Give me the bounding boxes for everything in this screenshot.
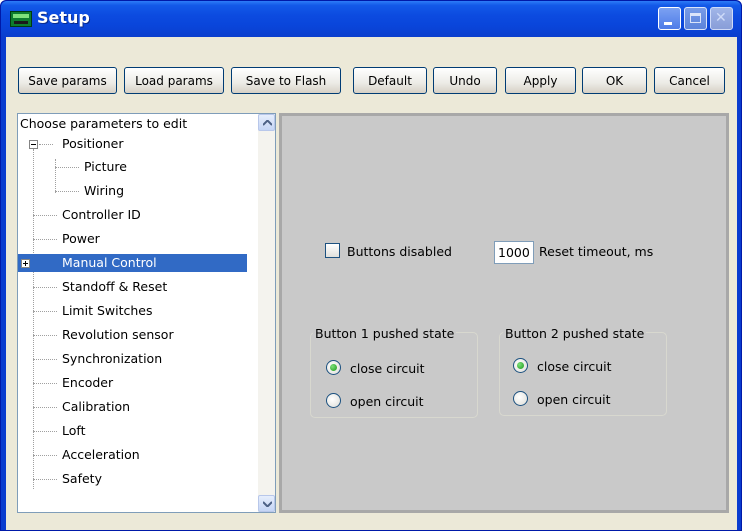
close-icon: ✕	[715, 10, 727, 26]
tree-item-acceleration[interactable]: Acceleration	[18, 445, 258, 465]
button2-group-title: Button 2 pushed state	[503, 326, 647, 341]
tree-item-label: Positioner	[62, 136, 124, 151]
button1-open-label: open circuit	[350, 394, 424, 409]
scroll-down-button[interactable]	[258, 495, 275, 512]
tree-connector	[33, 359, 57, 360]
scroll-up-button[interactable]	[258, 114, 275, 131]
close-button[interactable]: ✕	[710, 7, 733, 30]
tree-connector	[33, 455, 57, 456]
tree-item-label: Limit Switches	[62, 303, 153, 318]
radio-selected-dot	[330, 364, 337, 371]
tree-item-manual-control[interactable]: Manual Control	[18, 253, 258, 273]
collapse-icon[interactable]	[29, 140, 38, 149]
save-to-flash-button[interactable]: Save to Flash	[231, 67, 341, 94]
tree-item-label: Manual Control	[62, 255, 157, 270]
tree-connector	[33, 407, 57, 408]
window-title: Setup	[37, 8, 90, 27]
tree-connector	[33, 479, 57, 480]
tree-item-label: Safety	[62, 471, 102, 486]
tree-item-controller-id[interactable]: Controller ID	[18, 205, 258, 225]
save-params-button[interactable]: Save params	[18, 67, 117, 94]
scroll-up-icon	[263, 120, 272, 126]
tree-connector	[33, 287, 57, 288]
tree-scrollbar[interactable]	[258, 114, 275, 512]
tree-item-label: Acceleration	[62, 447, 140, 462]
client-area: Save params Load params Save to Flash De…	[6, 37, 737, 530]
tree-item-label: Encoder	[62, 375, 114, 390]
tree-item-power[interactable]: Power	[18, 229, 258, 249]
tree-connector	[39, 144, 53, 145]
buttons-disabled-label: Buttons disabled	[347, 244, 452, 259]
tree-item-label: Synchronization	[62, 351, 163, 366]
tree-item-positioner[interactable]: Positioner	[18, 134, 258, 154]
radio-selected-dot	[517, 362, 524, 369]
button1-close-radio[interactable]	[326, 360, 341, 375]
minimize-icon	[664, 22, 672, 25]
tree-connector	[33, 239, 57, 240]
tree-connector	[33, 431, 57, 432]
reset-timeout-input[interactable]	[494, 241, 534, 264]
tree-connector	[33, 215, 57, 216]
setup-window: Setup ✕ Save params Load params Save to …	[0, 0, 742, 531]
scroll-down-icon	[263, 501, 272, 507]
tree-item-label: Calibration	[62, 399, 131, 414]
tree-item-encoder[interactable]: Encoder	[18, 373, 258, 393]
tree-item-wiring[interactable]: Wiring	[18, 181, 258, 201]
tree-item-picture[interactable]: Picture	[18, 157, 258, 177]
tree-item-label: Controller ID	[62, 207, 141, 222]
status-strip	[6, 522, 737, 530]
tree-item-calibration[interactable]: Calibration	[18, 397, 258, 417]
tree-item-label: Loft	[62, 423, 86, 438]
tree-item-loft[interactable]: Loft	[18, 421, 258, 441]
tree-item-revolution-sensor[interactable]: Revolution sensor	[18, 325, 258, 345]
tree-item-label: Wiring	[84, 183, 125, 198]
reset-timeout-label: Reset timeout, ms	[539, 244, 654, 259]
button2-close-label: close circuit	[537, 359, 612, 374]
button1-group-title: Button 1 pushed state	[313, 326, 457, 341]
tree-connector	[55, 191, 79, 192]
tree-item-safety[interactable]: Safety	[18, 469, 258, 489]
manual-control-panel: Buttons disabled Reset timeout, ms Butto…	[279, 113, 729, 513]
button2-open-radio[interactable]	[513, 391, 528, 406]
tree-item-synchronization[interactable]: Synchronization	[18, 349, 258, 369]
tree-item-standoff-reset[interactable]: Standoff & Reset	[18, 277, 258, 297]
minimize-button[interactable]	[658, 7, 681, 30]
tree-connector	[33, 383, 57, 384]
maximize-icon	[690, 13, 701, 23]
tree-connector	[33, 311, 57, 312]
tree-item-limit-switches[interactable]: Limit Switches	[18, 301, 258, 321]
maximize-button[interactable]	[684, 7, 707, 30]
button1-close-label: close circuit	[350, 361, 425, 376]
button1-open-radio[interactable]	[326, 393, 341, 408]
tree-header: Choose parameters to edit	[20, 116, 188, 131]
button2-close-radio[interactable]	[513, 358, 528, 373]
tree-item-label: Standoff & Reset	[62, 279, 168, 294]
expand-icon[interactable]	[21, 259, 30, 268]
cancel-button[interactable]: Cancel	[654, 67, 725, 94]
tree-item-label: Revolution sensor	[62, 327, 174, 342]
default-button[interactable]: Default	[353, 67, 427, 94]
app-icon	[10, 11, 32, 27]
parameter-tree[interactable]: Choose parameters to edit Positioner Pic…	[17, 113, 276, 513]
ok-button[interactable]: OK	[582, 67, 647, 94]
tree-item-label: Power	[62, 231, 100, 246]
title-bar[interactable]: Setup ✕	[1, 1, 741, 37]
apply-button[interactable]: Apply	[505, 67, 576, 94]
tree-item-label: Picture	[84, 159, 127, 174]
buttons-disabled-checkbox[interactable]	[325, 243, 340, 258]
tree-connector	[55, 167, 79, 168]
tree-connector	[33, 335, 57, 336]
load-params-button[interactable]: Load params	[124, 67, 224, 94]
toolbar: Save params Load params Save to Flash De…	[6, 37, 737, 107]
undo-button[interactable]: Undo	[433, 67, 497, 94]
button2-open-label: open circuit	[537, 392, 611, 407]
